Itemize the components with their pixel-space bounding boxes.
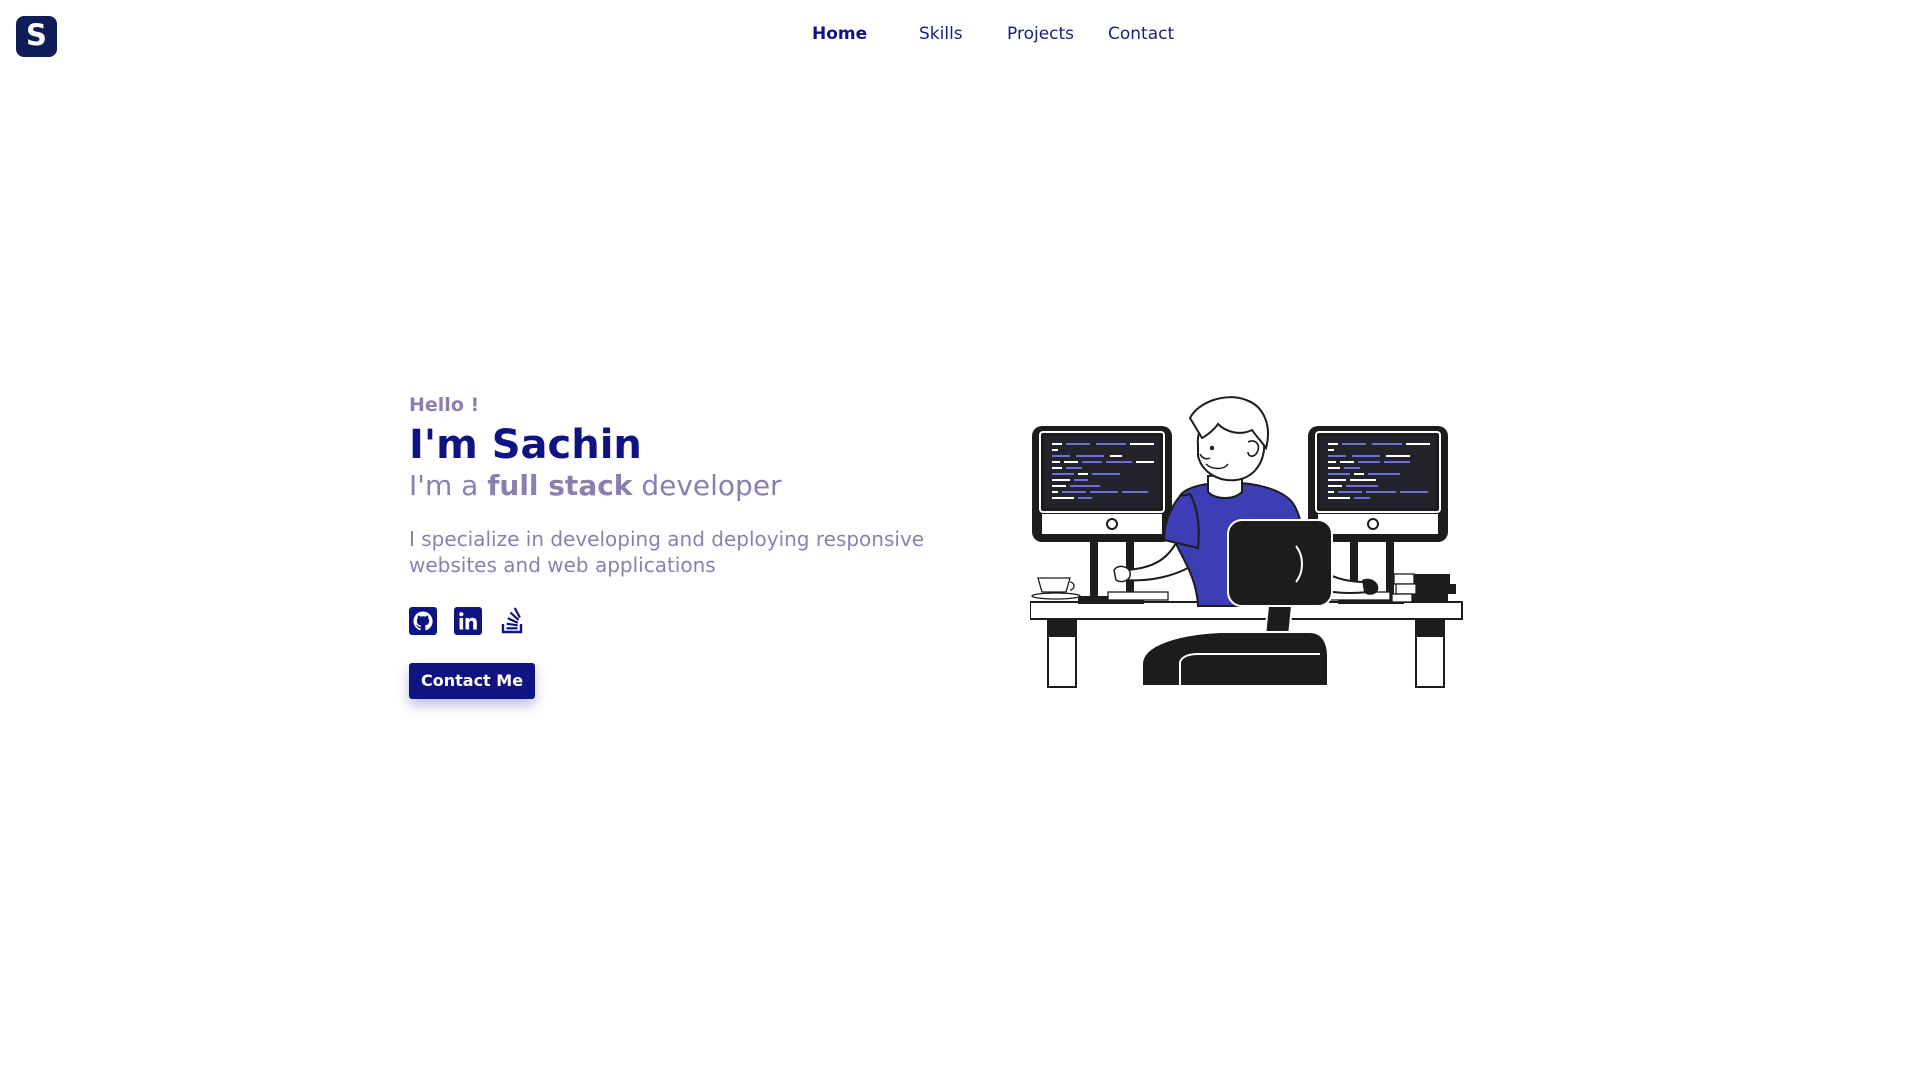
nav-home[interactable]: Home [812,24,867,44]
developer-illustration [1029,396,1480,696]
main-nav: Home Skills Projects Contact [0,24,1920,48]
hero-description: I specialize in developing and deploying… [409,527,925,577]
social-links [409,606,969,636]
contact-me-button[interactable]: Contact Me [409,663,536,699]
nav-contact[interactable]: Contact [1108,24,1174,44]
role-suffix: developer [632,469,782,502]
linkedin-icon[interactable] [454,607,482,635]
greeting: Hello ! [409,394,480,416]
stackoverflow-icon[interactable] [499,607,527,635]
role-prefix: I'm a [409,469,488,502]
nav-projects[interactable]: Projects [1007,24,1074,44]
hero-section: Hello ! I'm Sachin I'm a full stack deve… [409,392,969,699]
nav-skills[interactable]: Skills [919,24,963,44]
hero-name: I'm Sachin [409,422,642,468]
hero-role: I'm a full stack developer [409,468,969,504]
role-highlight: full stack [487,469,633,502]
github-icon[interactable] [409,607,437,635]
